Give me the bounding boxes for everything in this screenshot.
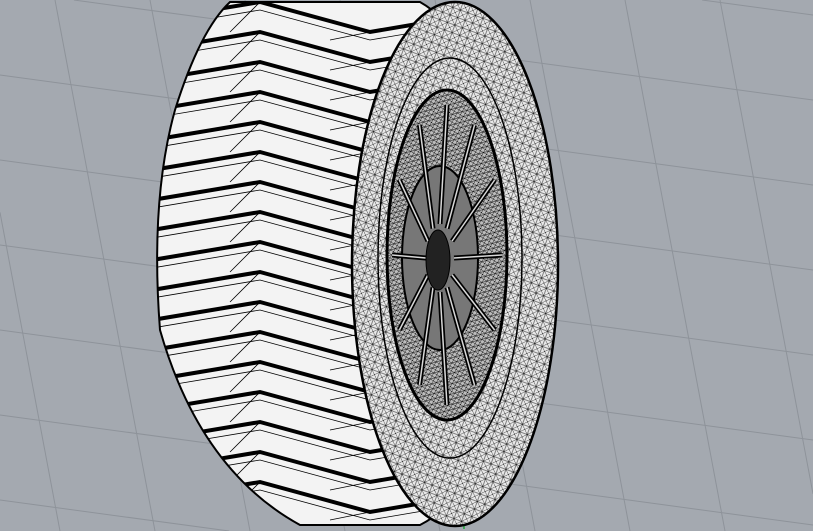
grid-line: [54, 0, 156, 531]
viewport-canvas: [0, 0, 813, 531]
grid-line: [702, 0, 813, 16]
3d-viewport[interactable]: [0, 0, 813, 531]
grid-line: [624, 0, 726, 531]
grid-line: [0, 212, 61, 531]
grid-line: [719, 0, 813, 494]
tire-mesh[interactable]: [152, 0, 560, 528]
hub-center: [425, 229, 451, 291]
grid-line: [0, 499, 230, 531]
